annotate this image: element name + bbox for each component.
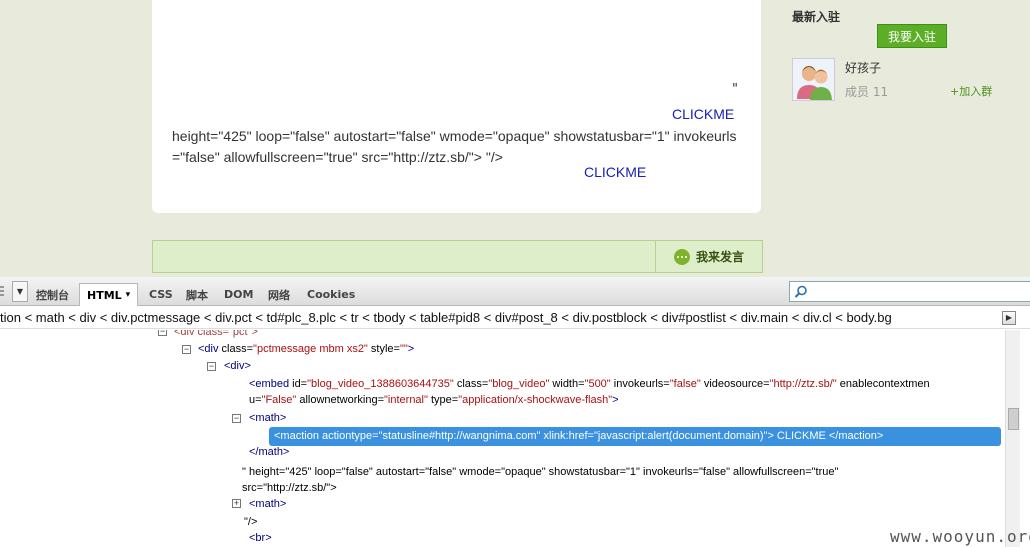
attr-name: style= xyxy=(367,343,400,355)
html-tree: <div class="pct"> − − <div class="pctmes… xyxy=(0,330,1005,547)
search-icon xyxy=(794,285,807,298)
scrollbar-thumb[interactable] xyxy=(1008,408,1019,430)
attr-name: enablecontextmen xyxy=(836,378,930,390)
post-content: " CLICKME height="425" loop="false" auto… xyxy=(152,0,761,213)
attr-value: "internal" xyxy=(384,394,428,406)
attr-name: u= xyxy=(249,394,262,406)
sidebar-title: 最新入驻 xyxy=(792,10,841,24)
tab-console[interactable]: 控制台 xyxy=(36,283,69,306)
tree-node[interactable]: <div class="pct"> xyxy=(174,330,258,341)
group-name[interactable]: 好孩子 xyxy=(845,59,881,76)
attr-name: invokeurls= xyxy=(610,378,670,390)
attr-value: "blog_video" xyxy=(488,378,550,390)
tree-text-node[interactable]: " height="425" loop="false" autostart="f… xyxy=(242,464,838,481)
tag-close: > xyxy=(407,343,415,355)
attr-value: "application/x-shockwave-flash" xyxy=(458,394,613,406)
tag-name: <div xyxy=(198,343,222,355)
tree-text-node[interactable]: "/> xyxy=(244,514,257,531)
attr-value: "blog_video_1388603644735" xyxy=(307,378,454,390)
collapse-toggle-icon[interactable]: − xyxy=(207,362,216,371)
attr-value: "false" xyxy=(669,378,701,390)
text-node: src="http://ztz.sb/"> xyxy=(242,482,337,494)
attr-value: "500" xyxy=(584,378,611,390)
attr-value: "False" xyxy=(261,394,297,406)
tag-name: </math> xyxy=(249,446,290,458)
member-count: 成员 11 xyxy=(845,85,889,99)
chat-bubble-icon xyxy=(673,248,690,265)
tag-name: <embed xyxy=(249,378,293,390)
tree-node-embed-cont[interactable]: u="False" allownetworking="internal" typ… xyxy=(249,392,619,409)
selected-node-text: <maction actiontype="statusline#http://w… xyxy=(274,430,884,442)
tab-cookies[interactable]: Cookies xyxy=(307,283,355,306)
reply-label: 我来发言 xyxy=(695,250,744,264)
tag-name: <math> xyxy=(249,412,287,424)
tree-node-math[interactable]: <math> xyxy=(249,410,286,427)
tag-name: <div> xyxy=(224,360,251,372)
tag-name: <math> xyxy=(249,498,287,510)
text-node: "/> xyxy=(244,516,258,528)
tag-name: <br> xyxy=(249,532,272,544)
attr-name: type= xyxy=(427,394,459,406)
join-group-link[interactable]: +加入群 xyxy=(950,83,992,99)
search-input[interactable] xyxy=(789,281,1030,302)
attr-value: "" xyxy=(399,343,408,355)
breadcrumb[interactable]: tion < math < div < div.pctmessage < div… xyxy=(0,307,1030,329)
collapse-toggle-icon[interactable]: − xyxy=(232,414,241,423)
breadcrumb-scroll-right-icon[interactable]: ▶ xyxy=(1002,311,1016,325)
attr-name: class= xyxy=(221,343,254,355)
attr-name: class= xyxy=(453,378,489,390)
devtools-toolbar: ▼ 控制台 HTML ▾ CSS 脚本 DOM 网络 Cookies xyxy=(0,277,1030,306)
tab-html[interactable]: HTML ▾ xyxy=(79,283,139,306)
panel-menu-button[interactable]: ▼ xyxy=(12,281,28,302)
tag-close: > xyxy=(612,394,619,406)
people-icon xyxy=(793,59,834,100)
tree-scrollbar[interactable] xyxy=(1005,330,1020,547)
text-node: " height="425" loop="false" autostart="f… xyxy=(242,466,839,478)
tab-dom[interactable]: DOM xyxy=(224,283,253,306)
join-button[interactable]: 我要入驻 xyxy=(877,24,947,48)
stray-quote: " xyxy=(732,82,738,97)
devtools-panel: ▼ 控制台 HTML ▾ CSS 脚本 DOM 网络 Cookies tion … xyxy=(0,277,1030,547)
clickme-link-2[interactable]: CLICKME xyxy=(584,164,646,180)
tree-node[interactable]: <div class="pctmessage mbm xs2" style=""… xyxy=(198,341,414,358)
collapse-toggle-icon[interactable]: − xyxy=(158,330,167,336)
tree-node-selected-maction[interactable]: <maction actiontype="statusline#http://w… xyxy=(269,427,1001,446)
tree-node-math-close[interactable]: </math> xyxy=(249,444,289,461)
reply-bar: 我来发言 xyxy=(152,240,763,273)
tree-node-text: <div class="pct"> xyxy=(174,330,258,338)
attr-name: id= xyxy=(292,378,308,390)
clickme-link[interactable]: CLICKME xyxy=(672,106,734,122)
attr-name: allownetworking= xyxy=(296,394,385,406)
post-raw-text: height="425" loop="false" autostart="fal… xyxy=(172,128,737,165)
tree-text-node-cont[interactable]: src="http://ztz.sb/"> xyxy=(242,480,337,497)
chevron-down-icon: ▾ xyxy=(125,290,131,300)
page-content: " CLICKME height="425" loop="false" auto… xyxy=(0,0,1030,277)
attr-value: "http://ztz.sb/" xyxy=(769,378,837,390)
collapse-toggle-icon[interactable]: − xyxy=(182,345,191,354)
tab-script[interactable]: 脚本 xyxy=(186,283,208,306)
group-avatar[interactable] xyxy=(792,58,835,101)
tree-node-math-2[interactable]: <math> xyxy=(249,496,286,513)
attr-value: "pctmessage mbm xs2" xyxy=(253,343,368,355)
tree-node-br[interactable]: <br> xyxy=(249,530,272,547)
attr-name: width= xyxy=(549,378,585,390)
tree-node-embed[interactable]: <embed id="blog_video_1388603644735" cla… xyxy=(249,376,930,393)
tab-html-label: HTML xyxy=(87,288,122,302)
tab-css[interactable]: CSS xyxy=(149,283,173,306)
tree-node[interactable]: <div> xyxy=(224,358,251,375)
watermark: www.wooyun.org xyxy=(890,527,1030,546)
tab-network[interactable]: 网络 xyxy=(268,283,290,306)
attr-name: videosource= xyxy=(700,378,770,390)
reply-button[interactable]: 我来发言 xyxy=(655,241,762,272)
inspect-icon[interactable] xyxy=(0,281,6,302)
expand-toggle-icon[interactable]: + xyxy=(232,499,241,508)
